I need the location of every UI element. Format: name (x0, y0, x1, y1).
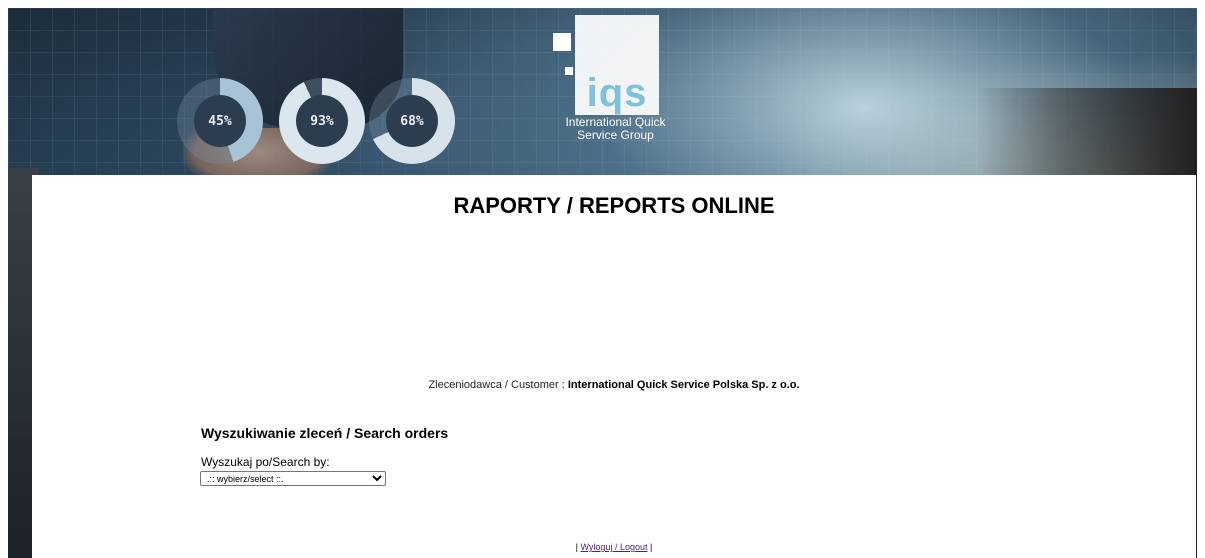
logout-link[interactable]: Wyloguj / Logout (581, 542, 648, 552)
search-by-label: Wyszukaj po/Search by: (201, 455, 330, 469)
logo-tagline: International Quick Service Group (553, 116, 678, 142)
gauge-93-percent: 93% (279, 78, 365, 164)
logo-tagline-line2: Service Group (577, 128, 654, 142)
customer-value: International Quick Service Polska Sp. z… (567, 379, 800, 391)
gauge-label: 45% (194, 95, 246, 147)
footer-separator-right: | (650, 542, 653, 552)
logo-tiny-square (565, 67, 573, 75)
logo-small-square (553, 33, 571, 51)
page-title: RAPORTY / REPORTS ONLINE (453, 193, 775, 218)
gauge-label: 68% (386, 95, 438, 147)
footer-separator-left: | (575, 542, 578, 552)
gauge-45-percent: 45% (177, 78, 263, 164)
page: 45% 93% 68% iqs International Quick Serv… (0, 0, 1205, 558)
content-panel: RAPORTY / REPORTS ONLINE Zleceniodawca /… (32, 175, 1196, 558)
search-orders-heading: Wyszukiwanie zleceń / Search orders (201, 425, 449, 441)
customer-info: Zleceniodawca / Customer : International… (32, 379, 1196, 391)
iqs-logo: iqs International Quick Service Group (553, 15, 678, 165)
logo-letters: iqs (586, 71, 648, 115)
search-by-select[interactable]: .:: wybierz/select ::. (200, 471, 386, 486)
customer-label: Zleceniodawca / Customer : (428, 379, 565, 391)
gauge-68-percent: 68% (369, 78, 455, 164)
footer-links: | Wyloguj / Logout | (32, 542, 1196, 552)
gauge-label: 93% (296, 95, 348, 147)
